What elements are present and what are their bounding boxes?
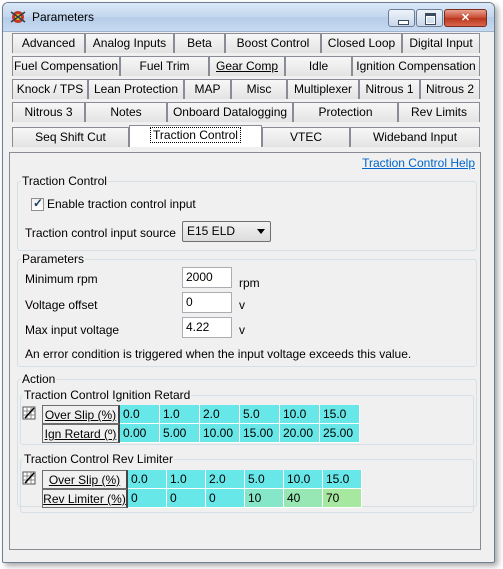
tab-ignition-compensation[interactable]: Ignition Compensation — [352, 56, 480, 76]
window-title: Parameters — [32, 10, 95, 24]
input-source-value: E15 ELD — [187, 224, 236, 238]
title-bar[interactable]: Parameters ✕ — [3, 3, 494, 32]
table-cell[interactable]: 25.00 — [320, 424, 360, 443]
max-voltage-input[interactable]: 4.22 — [182, 317, 232, 338]
checkmark-icon: ✓ — [33, 196, 44, 210]
tab-notes[interactable]: Notes — [85, 102, 167, 122]
chevron-down-icon — [257, 229, 265, 234]
app-icon — [10, 11, 26, 23]
table-cell[interactable]: 2.0 — [200, 405, 240, 424]
table-cell[interactable]: 5.0 — [245, 470, 284, 489]
voltage-offset-label: Voltage offset — [25, 298, 98, 312]
min-rpm-label: Minimum rpm — [25, 272, 98, 286]
tab-multiplexer[interactable]: Multiplexer — [287, 79, 359, 99]
tab-protection[interactable]: Protection — [293, 102, 398, 122]
table-cell[interactable]: 10 — [245, 489, 284, 508]
table-cell[interactable]: 5.00 — [160, 424, 200, 443]
traction-control-help-link[interactable]: Traction Control Help — [362, 156, 475, 170]
table-cell[interactable]: 0 — [167, 489, 206, 508]
minimize-button[interactable] — [388, 9, 415, 27]
tab-digital-input[interactable]: Digital Input — [402, 33, 480, 53]
table-cell[interactable]: 10.0 — [284, 470, 323, 489]
rev-limiter-header-text: Rev Limiter (%) — [43, 492, 126, 506]
table-cell[interactable]: 20.00 — [280, 424, 320, 443]
tab-closed-loop[interactable]: Closed Loop — [321, 33, 402, 53]
close-icon: ✕ — [460, 12, 471, 24]
tab-gear-comp[interactable]: Gear Comp — [209, 56, 285, 76]
enable-traction-label: Enable traction control input — [47, 197, 196, 211]
tab-fuel-compensation[interactable]: Fuel Compensation — [12, 56, 120, 76]
tab-traction-control-label: Traction Control — [150, 127, 241, 143]
tab-lean-protection[interactable]: Lean Protection — [88, 79, 184, 99]
tab-rev-limits[interactable]: Rev Limits — [398, 102, 480, 122]
over-slip-header-text: Over Slip (%) — [48, 473, 121, 487]
tab-misc[interactable]: Misc — [231, 79, 287, 99]
tab-wideband-input[interactable]: Wideband Input — [350, 127, 480, 147]
table-cell[interactable]: 1.0 — [167, 470, 206, 489]
tab-nitrous-1[interactable]: Nitrous 1 — [359, 79, 420, 99]
voltage-offset-input[interactable]: 0 — [182, 292, 232, 313]
ign-retard-header: Ign Retard (º) — [42, 424, 120, 443]
max-voltage-label: Max input voltage — [25, 323, 120, 337]
table-cell[interactable]: 0 — [128, 489, 167, 508]
table-cell[interactable]: 70 — [323, 489, 362, 508]
traction-control-panel: Traction Control Help Traction Control ✓… — [9, 152, 481, 550]
parameters-window: Parameters ✕ Advanced Analog Inputs Beta… — [2, 2, 495, 563]
action-group-label: Action — [21, 372, 57, 386]
input-source-label: Traction control input source — [25, 226, 176, 240]
maximize-icon — [425, 13, 436, 25]
table-cell[interactable]: 0.0 — [120, 405, 160, 424]
over-slip-header: Over Slip (%) — [42, 470, 128, 489]
enable-traction-checkbox[interactable]: ✓ — [31, 196, 44, 211]
tab-nitrous-2[interactable]: Nitrous 2 — [420, 79, 480, 99]
table-edit-icon[interactable] — [22, 471, 36, 485]
max-voltage-unit: v — [239, 323, 245, 337]
table-cell[interactable]: 0.00 — [120, 424, 160, 443]
input-source-select[interactable]: E15 ELD — [182, 221, 271, 242]
tab-map[interactable]: MAP — [184, 79, 231, 99]
minimize-icon — [398, 20, 409, 25]
table-cell[interactable]: 0 — [206, 489, 245, 508]
tab-beta[interactable]: Beta — [174, 33, 225, 53]
table-cell[interactable]: 15.0 — [323, 470, 362, 489]
table-cell[interactable]: 5.0 — [240, 405, 280, 424]
tab-analog-inputs[interactable]: Analog Inputs — [85, 33, 174, 53]
table-cell[interactable]: 15.00 — [240, 424, 280, 443]
tab-traction-control[interactable]: Traction Control — [129, 125, 262, 147]
error-condition-note: An error condition is triggered when the… — [25, 347, 412, 361]
tab-boost-control[interactable]: Boost Control — [225, 33, 321, 53]
tab-idle[interactable]: Idle — [285, 56, 352, 76]
over-slip-header: Over Slip (%) — [42, 405, 120, 424]
traction-control-group-label: Traction Control — [21, 174, 108, 188]
tab-vtec[interactable]: VTEC — [262, 127, 350, 147]
min-rpm-unit: rpm — [239, 276, 260, 290]
table-cell[interactable]: 40 — [284, 489, 323, 508]
maximize-button[interactable] — [416, 9, 443, 27]
rev-limiter-group-label: Traction Control Rev Limiter — [23, 452, 174, 466]
ign-retard-header-text: Ign Retard (º) — [44, 427, 117, 441]
table-cell[interactable]: 10.00 — [200, 424, 240, 443]
table-edit-icon[interactable] — [22, 406, 36, 420]
table-cell[interactable]: 2.0 — [206, 470, 245, 489]
table-cell[interactable]: 0.0 — [128, 470, 167, 489]
tab-knock-tps[interactable]: Knock / TPS — [12, 79, 88, 99]
close-button[interactable]: ✕ — [444, 9, 487, 27]
over-slip-header-text: Over Slip (%) — [44, 408, 117, 422]
tab-nitrous-3[interactable]: Nitrous 3 — [12, 102, 85, 122]
rev-limiter-header: Rev Limiter (%) — [42, 489, 128, 508]
table-cell[interactable]: 15.0 — [320, 405, 360, 424]
tab-advanced[interactable]: Advanced — [12, 33, 85, 53]
tab-seq-shift-cut[interactable]: Seq Shift Cut — [12, 127, 129, 147]
voltage-offset-unit: v — [239, 298, 245, 312]
min-rpm-input[interactable]: 2000 — [182, 267, 232, 288]
table-cell[interactable]: 1.0 — [160, 405, 200, 424]
ign-retard-group-label: Traction Control Ignition Retard — [23, 388, 192, 402]
tab-fuel-trim[interactable]: Fuel Trim — [120, 56, 209, 76]
parameters-group-label: Parameters — [21, 252, 86, 266]
tab-onboard-datalogging[interactable]: Onboard Datalogging — [167, 102, 293, 122]
table-cell[interactable]: 10.0 — [280, 405, 320, 424]
